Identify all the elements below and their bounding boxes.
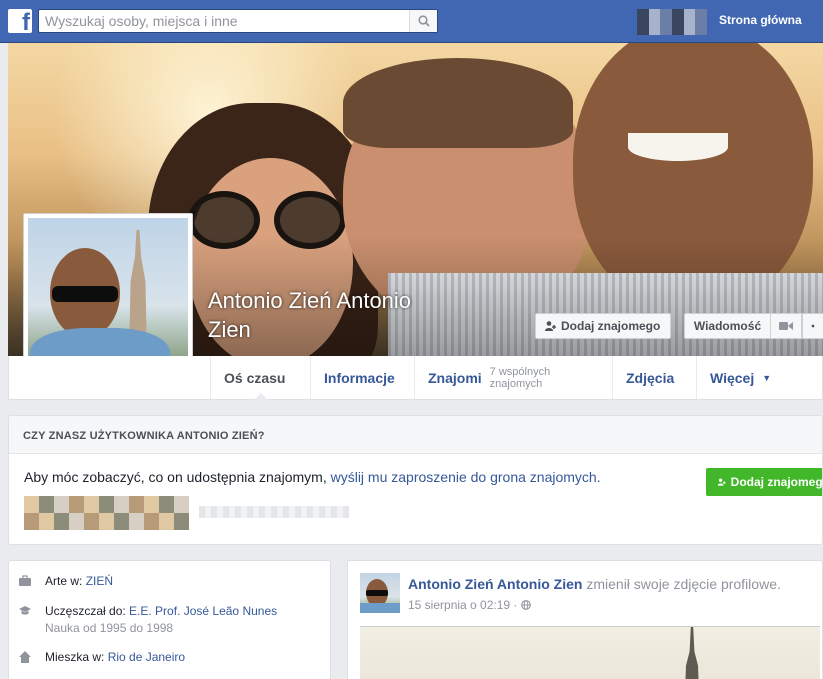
post-meta: 15 sierpnia o 02:19 · (408, 598, 531, 612)
do-you-know-heading: CZY ZNASZ UŻYTKOWNIKA ANTONIO ZIEŃ? (9, 416, 822, 454)
profile-name[interactable]: Antonio Zień Antonio Zien (208, 286, 458, 344)
message-button[interactable]: Wiadomość (684, 313, 770, 339)
post-photo[interactable] (360, 626, 820, 679)
add-friend-green-button[interactable]: Dodaj znajomego (706, 468, 823, 496)
post-avatar[interactable] (360, 573, 400, 613)
tab-timeline[interactable]: Oś czasu (210, 356, 310, 400)
intro-education: Uczęszczał do: E.E. Prof. José Leão Nune… (19, 604, 277, 635)
add-friend-icon (545, 321, 556, 331)
tab-more-label: Więcej (710, 369, 755, 386)
mutual-friends-count: 7 wspólnych znajomych (489, 365, 551, 390)
tab-about[interactable]: Informacje (310, 356, 414, 399)
message-label: Wiadomość (693, 319, 762, 333)
education-link[interactable]: E.E. Prof. José Leão Nunes (129, 604, 277, 618)
post-header: Antonio Zień Antonio Zien zmienił swoje … (408, 576, 781, 592)
send-request-text: Aby móc zobaczyć, co on udostępnia znajo… (24, 469, 601, 485)
work-link[interactable]: ZIEŃ (86, 574, 113, 588)
send-request-prefix: Aby móc zobaczyć, co on udostępnia znajo… (24, 469, 331, 485)
house-icon (19, 651, 31, 663)
post-action-text: zmienił swoje zdjęcie profilowe. (586, 576, 781, 592)
search-icon (417, 15, 430, 27)
more-dots-icon (811, 324, 815, 328)
top-bar: f Strona główna (0, 0, 823, 43)
mutual-friends-thumbnails[interactable] (24, 496, 189, 530)
work-label: Arte w: (45, 574, 83, 588)
add-friend-icon (717, 478, 726, 486)
tab-more[interactable]: Więcej ▼ (696, 356, 788, 399)
graduation-cap-icon (19, 606, 31, 615)
video-call-button[interactable] (770, 313, 802, 339)
post-date[interactable]: 15 sierpnia o 02:19 · (408, 598, 517, 612)
tab-photos-label: Zdjęcia (626, 369, 675, 386)
globe-icon[interactable] (520, 600, 531, 610)
more-options-button[interactable] (802, 313, 823, 339)
education-years: Nauka od 1995 do 1998 (45, 621, 174, 635)
home-link-city[interactable]: Rio de Janeiro (108, 650, 185, 664)
tab-friends[interactable]: Znajomi 7 wspólnych znajomych (414, 356, 612, 399)
home-label: Mieszka w: (45, 650, 105, 664)
video-camera-icon (779, 322, 793, 330)
do-you-know-card: CZY ZNASZ UŻYTKOWNIKA ANTONIO ZIEŃ? Aby … (8, 415, 823, 545)
tab-photos[interactable]: Zdjęcia (612, 356, 696, 399)
mutual-friends-names-blurred (199, 506, 349, 518)
add-friend-green-label: Dodaj znajomego (730, 475, 823, 489)
intro-card: Arte w: ZIEŃ Uczęszczał do: E.E. Prof. J… (8, 560, 331, 679)
home-link[interactable]: Strona główna (719, 13, 802, 27)
tab-timeline-label: Oś czasu (224, 369, 286, 386)
send-request-link[interactable]: wyślij mu zaproszenie do grona znajomych… (331, 469, 601, 485)
intro-home: Mieszka w: Rio de Janeiro (19, 650, 185, 664)
post-author-link[interactable]: Antonio Zień Antonio Zien (408, 576, 582, 592)
search-input[interactable] (39, 10, 409, 32)
search-box (38, 9, 438, 33)
logo-letter: f (22, 9, 30, 33)
facebook-logo-icon[interactable]: f (8, 9, 32, 33)
education-label: Uczęszczał do: (45, 604, 126, 618)
chevron-down-icon: ▼ (762, 372, 772, 383)
add-friend-label: Dodaj znajomego (561, 319, 661, 333)
user-avatar[interactable] (637, 9, 707, 35)
tab-friends-label: Znajomi (428, 369, 482, 386)
intro-work: Arte w: ZIEŃ (19, 574, 113, 588)
briefcase-icon (19, 575, 31, 586)
search-button[interactable] (409, 10, 437, 32)
tab-about-label: Informacje (324, 369, 395, 386)
add-friend-button[interactable]: Dodaj znajomego (535, 313, 671, 339)
post-card: Antonio Zień Antonio Zien zmienił swoje … (347, 560, 823, 679)
profile-nav: Oś czasu Informacje Znajomi 7 wspólnych z… (8, 356, 823, 400)
